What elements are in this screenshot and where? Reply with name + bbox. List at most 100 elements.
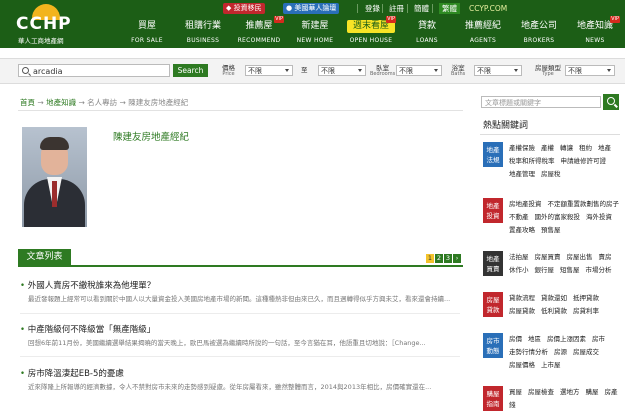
vip-badge: VIP xyxy=(610,16,620,23)
hot-keyword[interactable]: 買屋 xyxy=(509,388,522,396)
logo-subtitle: 華人工商地產網 xyxy=(18,37,64,45)
hot-keyword[interactable]: 房屋買賣 xyxy=(535,253,561,261)
hot-keyword[interactable]: 低利貸款 xyxy=(541,307,567,315)
nav-brokers[interactable]: 地產公司 BROKERS xyxy=(510,19,568,47)
article-search-button[interactable] xyxy=(603,94,619,110)
search-icon xyxy=(22,67,29,74)
hot-group-badge: 地產 買賣 xyxy=(483,251,503,276)
breadcrumb: 首頁 → 地產知識 → 名人專訪 → 陳建友房地產經紀 xyxy=(20,98,189,107)
hot-group-badge: 地產 法規 xyxy=(483,142,503,167)
search-input[interactable]: arcadia xyxy=(18,64,170,77)
hot-keyword[interactable]: 房地產投資 xyxy=(509,200,542,208)
hot-keyword[interactable]: 錢 xyxy=(509,401,516,409)
hot-keyword[interactable]: 申請維修許可證 xyxy=(561,157,607,165)
nav-loans[interactable]: 貸款 LOANS xyxy=(398,19,456,47)
hot-keyword[interactable]: 地產管理 xyxy=(509,170,535,178)
hot-keyword[interactable]: 產權 xyxy=(541,144,554,152)
nav-agents[interactable]: 推薦經紀 AGENTS xyxy=(454,19,512,47)
article-title[interactable]: • 中產階級何不降級當「無產階級」 xyxy=(20,323,155,335)
search-input-value: arcadia xyxy=(33,67,63,76)
site-header: CCHP 華人工商地產網 ◆ 投資移民 ● 美國華人論壇 登錄 註冊 簡體 繁體… xyxy=(0,0,625,48)
nav-recommend[interactable]: VIP 推薦屋 RECOMMEND xyxy=(230,16,288,47)
simplified-link[interactable]: 簡體 xyxy=(414,3,429,14)
hot-keyword[interactable]: 海外投資 xyxy=(586,213,612,221)
nav-new-home[interactable]: 新建屋 NEW HOME xyxy=(286,19,344,47)
nav-for-sale[interactable]: 買屋 FOR SALE xyxy=(118,19,176,47)
hot-keyword[interactable]: 國外的富家殺投 xyxy=(535,213,581,221)
search-button[interactable]: Search xyxy=(173,64,208,77)
hot-keyword[interactable]: 租約 xyxy=(579,144,592,152)
hot-keyword[interactable]: 選地方 xyxy=(560,388,580,396)
hot-keyword[interactable]: 房價 xyxy=(509,335,522,343)
hot-keyword[interactable]: 房屋貸款 xyxy=(509,307,535,315)
hot-keyword[interactable]: 購屋 xyxy=(586,388,599,396)
nav-news[interactable]: VIP 地產知識 NEWS xyxy=(566,16,624,47)
hot-keyword[interactable]: 房屋價格 xyxy=(509,361,535,369)
hot-keyword[interactable]: 轉讓 xyxy=(560,144,573,152)
hot-keyword[interactable]: 地產 xyxy=(598,144,611,152)
site-logo[interactable]: CCHP 華人工商地產網 xyxy=(14,4,82,46)
logo-text: CCHP xyxy=(16,14,72,34)
hot-keyword[interactable]: 市場分析 xyxy=(586,266,612,274)
hot-keyword[interactable]: 房市 xyxy=(592,335,605,343)
hot-keyword[interactable]: 房價上漲因素 xyxy=(547,335,586,343)
page-3[interactable]: 3 xyxy=(444,254,452,263)
chevron-right-icon: › xyxy=(455,254,459,262)
price-max-select[interactable]: 不限 xyxy=(318,65,366,76)
breadcrumb-tail: → 名人專訪 → 陳建友房地產經紀 xyxy=(78,98,189,107)
bedrooms-select[interactable]: 不限 xyxy=(396,65,442,76)
register-link[interactable]: 註冊 xyxy=(389,3,404,14)
hot-keyword[interactable]: 房屋檢查 xyxy=(528,388,554,396)
agent-name: 陳建友房地產經紀 xyxy=(113,132,190,143)
hot-keyword[interactable]: 不定額重置款劃售的房子 xyxy=(548,200,620,208)
hot-keyword[interactable]: 房源 xyxy=(554,348,567,356)
hot-keyword[interactable]: 賣房 xyxy=(599,253,612,261)
vip-badge: VIP xyxy=(274,16,284,23)
hot-keyword[interactable]: 稅率和所得稅率 xyxy=(509,157,555,165)
hot-keyword[interactable]: 走勢行情分析 xyxy=(509,348,548,356)
hot-keyword[interactable]: 房屋成交 xyxy=(573,348,599,356)
top-pill-label: 美國華人論壇 xyxy=(294,4,337,12)
price-to-label: 至 xyxy=(301,66,308,74)
traditional-link[interactable]: 繁體 xyxy=(439,3,460,14)
divider xyxy=(407,4,408,13)
hot-keyword[interactable]: 貸款流程 xyxy=(509,294,535,302)
hot-keyword[interactable]: 房屋稅 xyxy=(541,170,561,178)
page-2[interactable]: 2 xyxy=(435,254,443,263)
dropdown-arrow-icon xyxy=(607,69,611,72)
top-pill-immigration[interactable]: ◆ 投資移民 xyxy=(223,3,265,14)
article-title[interactable]: • 外國人賣房不繳稅誰來為他埋單？ xyxy=(20,279,155,291)
nav-open-house[interactable]: VIP 週末看屋 OPEN HOUSE xyxy=(342,16,400,47)
hot-keyword[interactable]: 房產 xyxy=(605,388,618,396)
price-min-select[interactable]: 不限 xyxy=(245,65,293,76)
hot-keyword[interactable]: 法拍屋 xyxy=(509,253,529,261)
tab-article-list[interactable]: 文章列表 xyxy=(18,249,71,265)
type-select[interactable]: 不限 xyxy=(565,65,615,76)
hot-keyword[interactable]: 產權保險 xyxy=(509,144,535,152)
hot-keyword[interactable]: 貸款還如 xyxy=(541,294,567,302)
article-title[interactable]: • 房市降溫淒起EB-5的憂慮 xyxy=(20,367,124,379)
baths-select[interactable]: 不限 xyxy=(474,65,522,76)
next-page-button[interactable]: › xyxy=(453,254,461,263)
hot-keyword[interactable]: 房貸利率 xyxy=(573,307,599,315)
hot-keyword[interactable]: 房屋出售 xyxy=(567,253,593,261)
nav-business[interactable]: 租購行業 BUSINESS xyxy=(174,19,232,47)
hot-keyword[interactable]: 地區 xyxy=(528,335,541,343)
info-icon: ◆ xyxy=(226,4,232,12)
hot-keyword[interactable]: 休作小 xyxy=(509,266,529,274)
hot-keyword[interactable]: 銀行屋 xyxy=(535,266,555,274)
breadcrumb-knowledge[interactable]: 地產知識 xyxy=(46,98,76,107)
hot-keyword[interactable]: 不動產 xyxy=(509,213,529,221)
dropdown-arrow-icon xyxy=(434,69,438,72)
page-1[interactable]: 1 xyxy=(426,254,434,263)
breadcrumb-home[interactable]: 首頁 xyxy=(20,98,35,107)
hot-keyword[interactable]: 抵押貸款 xyxy=(573,294,599,302)
login-link[interactable]: 登錄 xyxy=(365,3,380,14)
site-name-link[interactable]: CCYP.COM xyxy=(469,3,507,14)
hot-keyword[interactable]: 預售屋 xyxy=(541,226,561,234)
hot-keyword[interactable]: 短售屋 xyxy=(560,266,580,274)
article-search-input[interactable]: 文章標題或關鍵字 xyxy=(481,96,601,108)
hot-keyword[interactable]: 上市屋 xyxy=(541,361,561,369)
top-pill-forum[interactable]: ● 美國華人論壇 xyxy=(283,3,340,14)
hot-keyword[interactable]: 置產攻略 xyxy=(509,226,535,234)
